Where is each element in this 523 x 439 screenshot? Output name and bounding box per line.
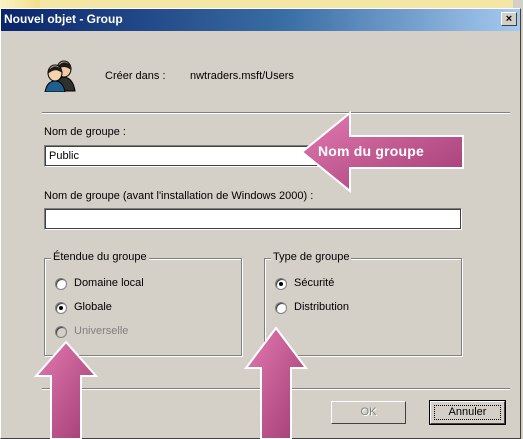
annotation-overlay bbox=[33, 110, 464, 439]
annotation-arrow-up bbox=[244, 326, 308, 439]
annotation-arrow-up bbox=[33, 340, 99, 439]
callout-label: Nom du groupe bbox=[318, 143, 425, 159]
